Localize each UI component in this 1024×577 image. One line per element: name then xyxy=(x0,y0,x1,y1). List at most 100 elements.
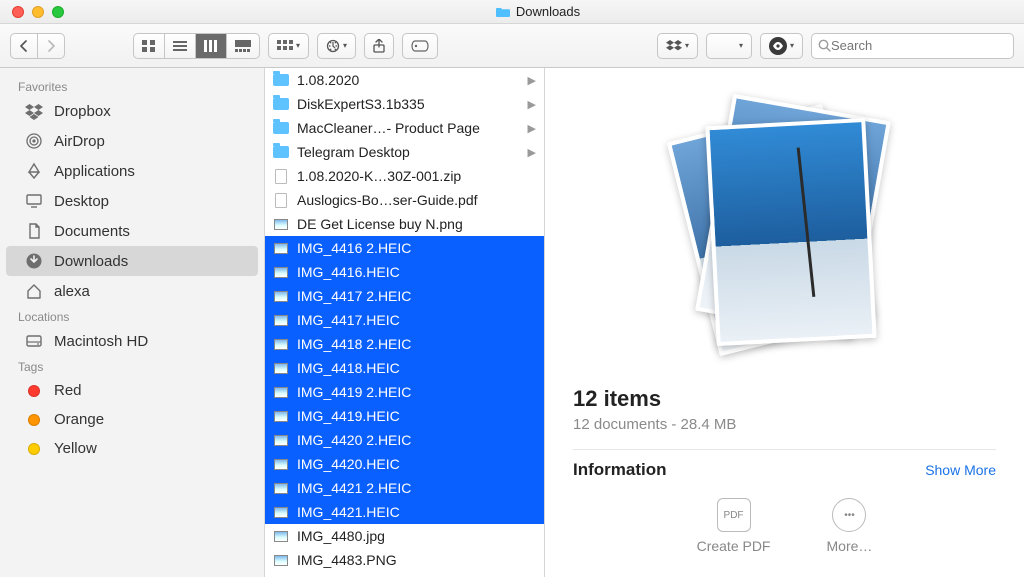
image-file-icon xyxy=(273,360,289,376)
sidebar-item-downloads[interactable]: Downloads xyxy=(6,246,258,276)
folder-icon xyxy=(273,144,289,160)
file-row[interactable]: 1.08.2020-K…30Z-001.zip xyxy=(265,164,544,188)
sidebar-section-header: Locations xyxy=(0,306,264,326)
file-row[interactable]: IMG_4417.HEIC xyxy=(265,308,544,332)
file-label: IMG_4418.HEIC xyxy=(297,360,536,376)
file-row[interactable]: Telegram Desktop ▶ xyxy=(265,140,544,164)
more-actions[interactable]: ••• More… xyxy=(827,498,873,554)
image-file-icon xyxy=(273,480,289,496)
sidebar-item-yellow[interactable]: Yellow xyxy=(6,434,258,463)
quicklook-dropdown-button[interactable]: ▾ xyxy=(760,33,803,59)
file-row[interactable]: Auslogics-Bo…ser-Guide.pdf xyxy=(265,188,544,212)
file-row[interactable]: IMG_4483.PNG xyxy=(265,548,544,572)
sidebar-item-red[interactable]: Red xyxy=(6,376,258,405)
minimize-window-button[interactable] xyxy=(32,6,44,18)
file-row[interactable]: IMG_4420.HEIC xyxy=(265,452,544,476)
file-row[interactable]: IMG_4416.HEIC xyxy=(265,260,544,284)
sidebar-item-alexa[interactable]: alexa xyxy=(6,276,258,306)
sidebar-item-label: Dropbox xyxy=(54,103,111,120)
preview-thumbnail-stack[interactable] xyxy=(685,92,885,362)
sidebar-section-header: Favorites xyxy=(0,76,264,96)
file-row[interactable]: MacCleaner…- Product Page▶ xyxy=(265,116,544,140)
empty-dropdown-button[interactable]: ▾ xyxy=(706,33,752,59)
action-label: More… xyxy=(827,538,873,554)
back-button[interactable] xyxy=(10,33,37,59)
sidebar-item-applications[interactable]: Applications xyxy=(6,156,258,186)
view-icons-button[interactable] xyxy=(133,33,164,59)
titlebar: Downloads xyxy=(0,0,1024,24)
view-gallery-button[interactable] xyxy=(226,33,260,59)
folder-icon xyxy=(273,96,289,112)
image-file-icon xyxy=(273,336,289,352)
file-row[interactable]: DiskExpertS3.1b335▶ xyxy=(265,92,544,116)
image-file-icon xyxy=(273,216,289,232)
preview-pane: 12 items 12 documents - 28.4 MB Informat… xyxy=(545,68,1024,577)
sidebar-section-header: Tags xyxy=(0,356,264,376)
view-columns-button[interactable] xyxy=(195,33,226,59)
sidebar-item-label: AirDrop xyxy=(54,133,105,150)
tags-button[interactable] xyxy=(402,33,438,59)
file-row[interactable]: IMG_4417 2.HEIC xyxy=(265,284,544,308)
tag-icon xyxy=(24,385,44,397)
file-row[interactable]: IMG_4419 2.HEIC xyxy=(265,380,544,404)
folder-icon xyxy=(496,6,510,17)
view-list-button[interactable] xyxy=(164,33,195,59)
file-row[interactable]: IMG_4418 2.HEIC xyxy=(265,332,544,356)
sidebar-item-macintosh-hd[interactable]: Macintosh HD xyxy=(6,326,258,356)
file-label: DE Get License buy N.png xyxy=(297,216,536,232)
file-row[interactable]: IMG_4419.HEIC xyxy=(265,404,544,428)
chevron-down-icon: ▾ xyxy=(343,41,347,50)
main-area: Favorites Dropbox AirDrop ApplicationsDeskt… xyxy=(0,68,1024,577)
sidebar-item-airdrop[interactable]: AirDrop xyxy=(6,126,258,156)
forward-button[interactable] xyxy=(37,33,65,59)
pdf-icon: PDF xyxy=(717,498,751,532)
docs-icon xyxy=(24,222,44,240)
file-row[interactable]: 1.08.2020▶ xyxy=(265,68,544,92)
image-file-icon xyxy=(273,528,289,544)
search-field[interactable] xyxy=(811,33,1014,59)
sidebar-item-label: Macintosh HD xyxy=(54,333,148,350)
tag-icon xyxy=(24,414,44,426)
create-pdf-action[interactable]: PDF Create PDF xyxy=(697,498,771,554)
dropbox-icon xyxy=(24,102,44,120)
dropbox-toolbar-button[interactable]: ▾ xyxy=(657,33,698,59)
file-row[interactable]: DE Get License buy N.png xyxy=(265,212,544,236)
close-window-button[interactable] xyxy=(12,6,24,18)
file-row[interactable]: IMG_4418.HEIC xyxy=(265,356,544,380)
disclosure-arrow-icon: ▶ xyxy=(528,146,536,159)
image-file-icon xyxy=(273,552,289,568)
file-row[interactable]: IMG_4421 2.HEIC xyxy=(265,476,544,500)
file-row[interactable]: IMG_4416 2.HEIC xyxy=(265,236,544,260)
search-input[interactable] xyxy=(831,38,1007,53)
window-controls xyxy=(12,6,64,18)
file-icon xyxy=(273,168,289,184)
file-row[interactable]: IMG_4421.HEIC xyxy=(265,500,544,524)
nav-buttons xyxy=(10,33,65,59)
file-label: IMG_4417 2.HEIC xyxy=(297,288,536,304)
sidebar-item-desktop[interactable]: Desktop xyxy=(6,186,258,216)
maximize-window-button[interactable] xyxy=(52,6,64,18)
sidebar-item-documents[interactable]: Documents xyxy=(6,216,258,246)
image-file-icon xyxy=(273,264,289,280)
file-label: IMG_4418 2.HEIC xyxy=(297,336,536,352)
show-more-link[interactable]: Show More xyxy=(925,462,996,478)
sidebar: Favorites Dropbox AirDrop ApplicationsDeskt… xyxy=(0,68,265,577)
group-by-button[interactable]: ▾ xyxy=(268,33,309,59)
chevron-down-icon: ▾ xyxy=(296,41,300,50)
window-title-text: Downloads xyxy=(516,4,580,19)
sidebar-item-dropbox[interactable]: Dropbox xyxy=(6,96,258,126)
file-label: Telegram Desktop xyxy=(297,144,520,160)
sidebar-item-label: Orange xyxy=(54,411,104,428)
disclosure-arrow-icon: ▶ xyxy=(528,122,536,135)
file-row[interactable]: IMG_4420 2.HEIC xyxy=(265,428,544,452)
action-menu-button[interactable]: ▾ xyxy=(317,33,356,59)
file-label: Auslogics-Bo…ser-Guide.pdf xyxy=(297,192,536,208)
file-column[interactable]: 1.08.2020▶DiskExpertS3.1b335▶MacCleaner…… xyxy=(265,68,545,577)
info-section-label: Information xyxy=(573,460,667,480)
apps-icon xyxy=(24,162,44,180)
file-row[interactable]: IMG_4480.jpg xyxy=(265,524,544,548)
share-button[interactable] xyxy=(364,33,394,59)
sidebar-item-label: Downloads xyxy=(54,253,128,270)
image-file-icon xyxy=(273,384,289,400)
sidebar-item-orange[interactable]: Orange xyxy=(6,405,258,434)
